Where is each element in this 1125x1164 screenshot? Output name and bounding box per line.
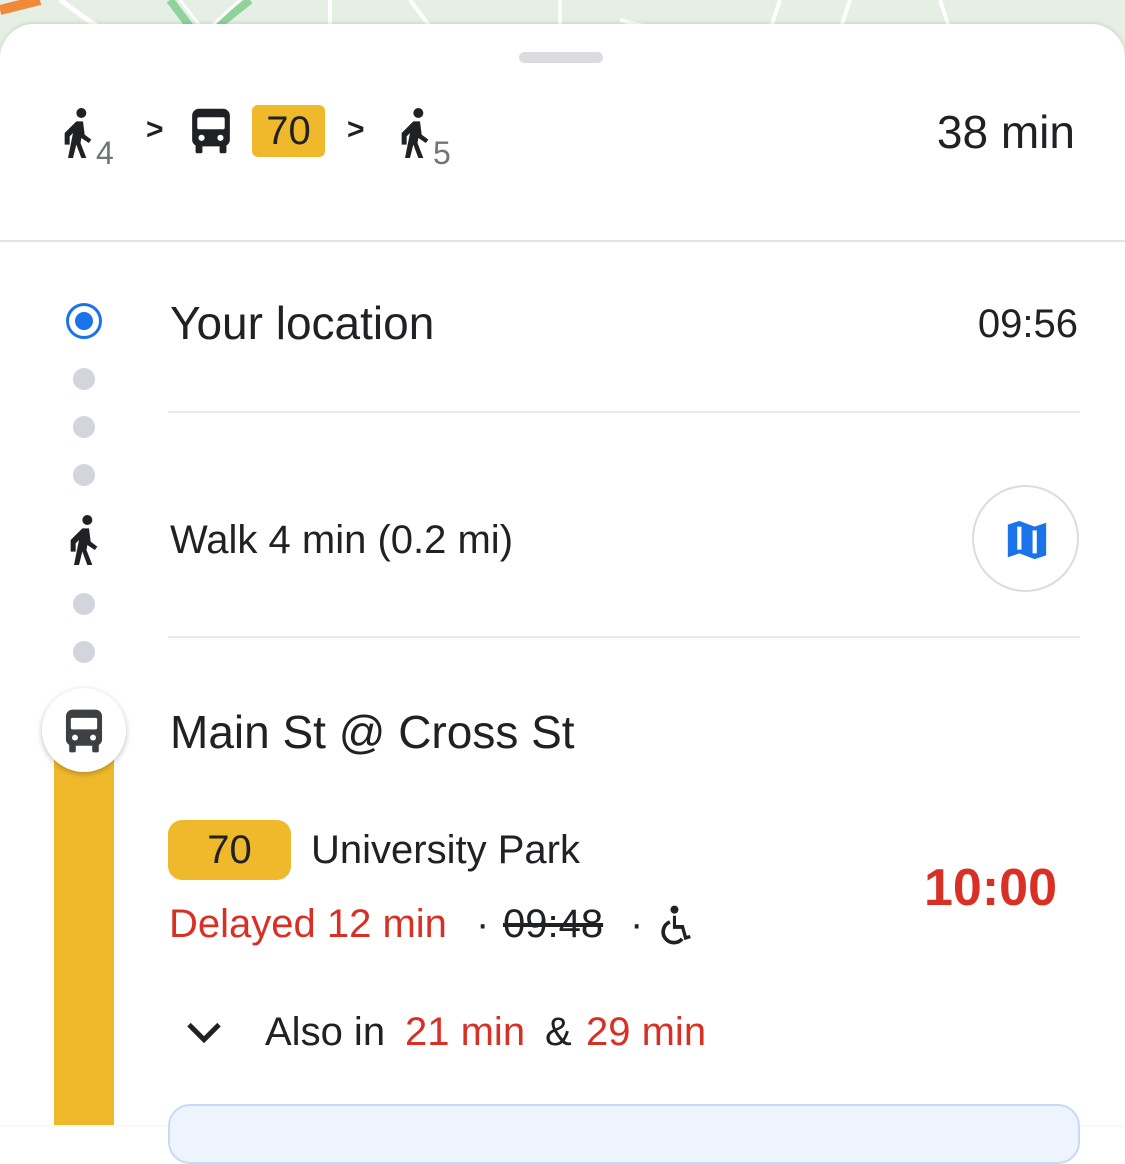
step-divider [168,411,1080,413]
origin-name[interactable]: Your location [170,296,434,350]
next-departure-1: 21 min [405,1010,526,1054]
walk-step-label[interactable]: Walk 4 min (0.2 mi) [170,518,513,563]
walking-map-button[interactable] [972,485,1079,592]
origin-time: 09:56 [977,302,1078,346]
chevron-right-icon: > [347,113,365,146]
scheduled-time: 09:48 [503,902,604,946]
route-headsign: University Park [311,828,580,872]
bus-icon [192,108,230,154]
more-departures-toggle[interactable]: Also in 21 min & 29 min [168,1000,768,1064]
drag-handle[interactable] [519,52,603,63]
bus-stop-marker [42,688,126,772]
chevron-down-icon [187,1022,221,1044]
map-icon [1007,520,1047,560]
stop-name[interactable]: Main St @ Cross St [170,705,575,759]
separator: · [476,902,490,946]
summary-divider [0,240,1125,242]
delay-status: Delayed 12 min [169,902,447,946]
wheelchair-icon [661,905,691,945]
also-in-prefix: Also in [265,1010,386,1054]
timeline-dot [73,641,95,663]
bus-icon [65,709,103,753]
route-badge: 70 [252,105,325,157]
route-badge: 70 [168,820,291,880]
walk-icon [401,108,429,158]
origin-location-icon [66,303,102,339]
info-card[interactable] [168,1104,1080,1164]
walk-after-minutes: 5 [433,135,451,171]
walk-before-minutes: 4 [96,135,114,171]
also-in-joiner: & [545,1010,572,1054]
step-divider [168,636,1080,638]
trip-summary[interactable]: 4 > 70 > 5 38 min [0,75,1125,171]
directions-sheet [0,24,1125,1125]
walk-icon [64,108,92,158]
chevron-right-icon: > [146,113,164,146]
next-departure-2: 29 min [586,1010,707,1054]
timeline-dot [73,593,95,615]
separator: · [630,902,644,946]
total-time: 38 min [936,106,1075,158]
walk-icon [70,515,98,565]
timeline-dot [73,464,95,486]
route-line [54,742,114,1125]
timeline-dot [73,368,95,390]
timeline-dot [73,416,95,438]
arrival-time: 10:00 [924,859,1057,917]
